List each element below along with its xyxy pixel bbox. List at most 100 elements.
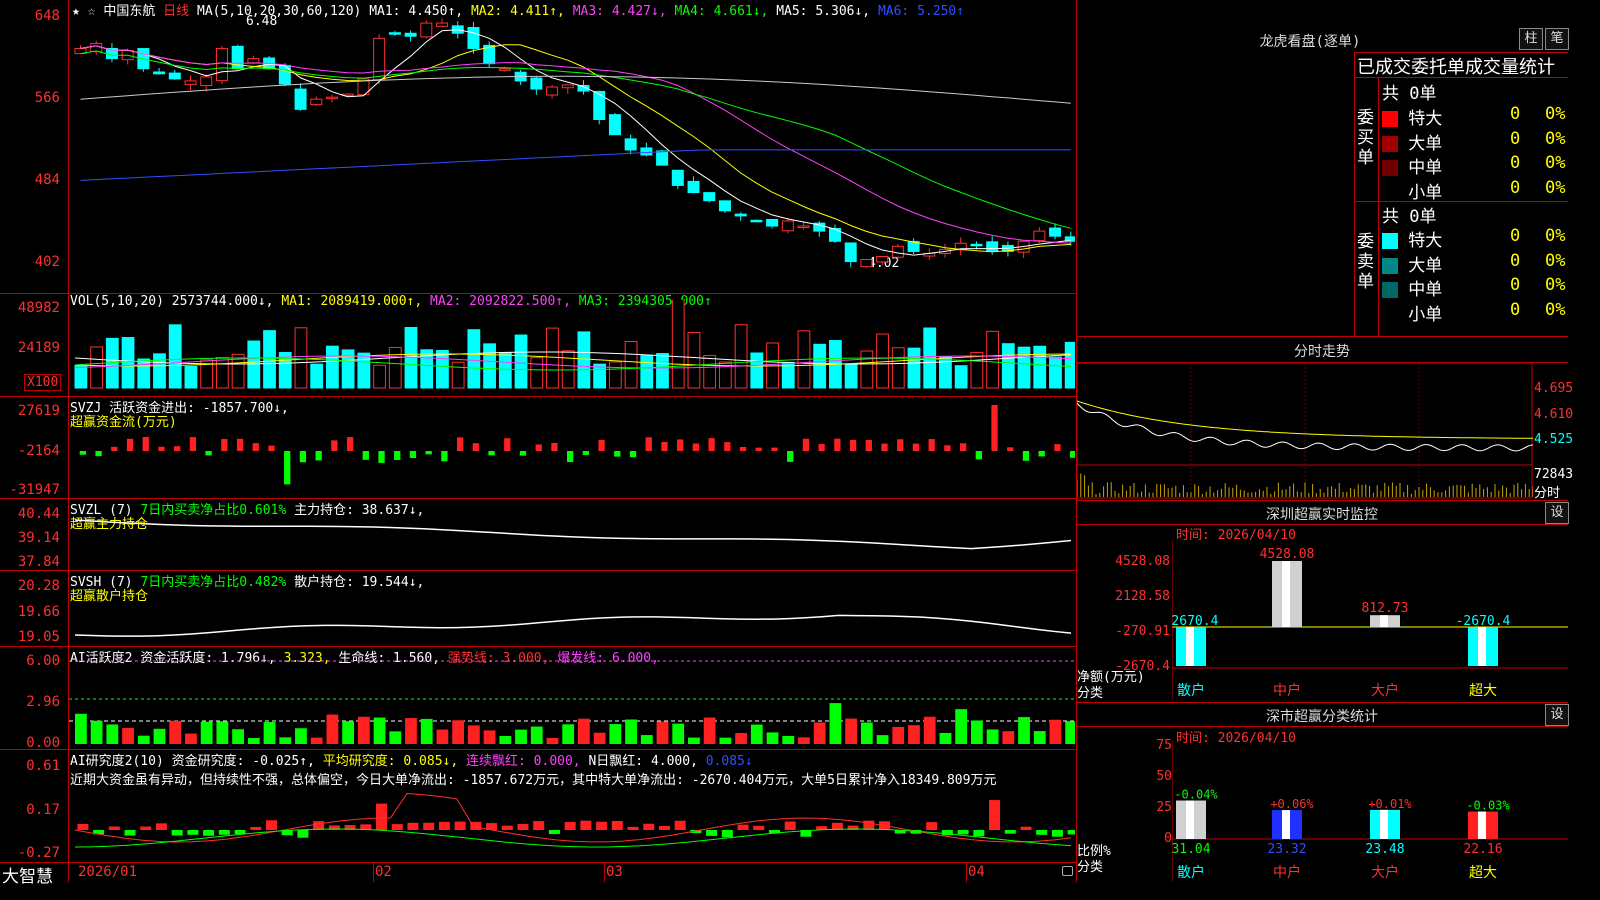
lock-icon[interactable] [1062,866,1073,876]
monitor-settings-button[interactable]: 设 [1545,502,1569,524]
category-label: 超大 [1469,865,1497,881]
order-count: 0 [1510,128,1521,149]
activity-bar [169,720,182,744]
retail-holding-chart[interactable] [69,585,1075,645]
fund-flow-bar [1038,451,1045,457]
bar-mode-button[interactable]: 柱 [1519,28,1543,50]
volume-bar [247,340,261,389]
lhb-label-col [1378,77,1379,336]
candle-body [561,84,574,89]
volume-bar [388,346,402,389]
fund-flow-bar [818,444,825,451]
order-count: 0 [1510,299,1521,320]
classify-settings-button[interactable]: 设 [1545,704,1569,726]
activity-bar [892,726,905,744]
fund-flow-bar [236,438,244,451]
research-bar [438,821,450,830]
activity-bar [499,735,512,744]
vol-axis-label-0: 48982 [17,300,60,316]
fenshi-price-0: 4.695 [1534,381,1574,396]
activity-bar [640,735,653,744]
fund-flow-bar [566,451,574,462]
monitor-sub-line [1076,524,1568,525]
activity-bar [1065,721,1075,744]
x-tick-feb [373,862,374,882]
ratio-value-label: 23.48 [1365,842,1404,857]
fund-flow-bar [881,443,888,451]
ratio-value-label: 23.32 [1267,842,1306,857]
category-label: 散户 [1177,864,1205,881]
ai-research-chart[interactable] [69,768,1075,861]
candle-body [844,242,857,263]
fund-flow-bar [488,451,495,456]
favorite-star-icon[interactable]: ★ ☆ [72,4,95,19]
ai-activity-chart[interactable] [69,655,1075,748]
fund-flow-bar [409,451,417,459]
monitor-y-1: 2128.58 [1115,589,1170,604]
buy-orders-label: 委买单 [1357,108,1374,168]
volume-bar [624,341,638,389]
fund-flow-bar [645,437,652,451]
ratio-bar-chart[interactable]: -0.04% 31.04 散户 +0.06% 23.32 中户 +0.01% 23.48 大户 -… [1172,740,1568,882]
research-bar [250,826,262,830]
fund-flow-bar [299,451,307,463]
brand-logo[interactable]: 大智慧 [2,862,53,887]
ma2-value: MA2: 4.411↑, [470,4,565,19]
candle-body [718,200,731,212]
ma6-value: MA6: 5.250↑ [877,4,965,19]
activity-bar [153,728,166,744]
ai2-axis-label-1: 0.17 [26,802,60,818]
classify-y-2: 25 [1156,800,1172,815]
fund-flow-bar [425,451,432,455]
activity-bar [137,735,150,744]
bar-highlight [1186,627,1194,666]
x-label-jan: 2026/01 [78,864,138,880]
order-size-label: 小单 [1408,182,1443,203]
volume-chart[interactable] [69,300,1075,396]
volume-bar [907,347,921,389]
change-label: -0.04% [1174,788,1218,802]
candle-body [388,32,401,35]
x-label-mar: 03 [606,864,623,880]
activity-bar [106,724,119,744]
research-bar [533,821,545,830]
fund-flow-bar [991,405,998,451]
activity-bar [562,724,575,744]
buy-row: 特大 [1382,104,1442,129]
period-label[interactable]: 日线 [163,4,189,19]
fund-flow-bar [158,446,165,451]
ma5-line [80,75,1071,104]
candle-body [200,76,213,87]
intraday-chart[interactable] [1077,363,1533,499]
fund-flow-bar [755,447,762,451]
tick-mode-button[interactable]: 笔 [1545,28,1569,50]
stock-name: 中国东航 [103,4,156,19]
research-bar [1020,826,1032,830]
volume-bar [168,324,182,389]
fund-flow-bar [378,451,385,463]
candlestick-chart[interactable] [69,18,1075,292]
net-amount-bar-chart[interactable]: -2670.4 散户 4528.08 中户 812.73 大户 -2670.4 超大 [1172,540,1568,700]
candle-body [215,47,228,82]
activity-bar [860,722,873,744]
fund-flow-bar [1007,447,1014,451]
svsh-axis-label-2: 19.05 [17,629,60,645]
legend-swatch [1382,135,1398,152]
candle-body [860,259,873,268]
legend-swatch [1382,282,1398,298]
candle-body [467,27,480,49]
volume-bar [74,365,88,389]
ai2-research: 资金研究度: -0.025↑, [171,754,315,769]
fund-flow-chart[interactable] [69,405,1075,497]
activity-bar [876,735,889,744]
research-bar [140,826,152,830]
activity-bar [420,718,433,744]
candle-body [624,138,637,151]
classify-y-0: 75 [1156,738,1172,753]
volume-bar [844,363,858,389]
classify-sub-line [1076,726,1568,727]
candle-body [310,98,323,106]
activity-bar [467,725,480,744]
activity-bar [263,722,276,744]
main-force-holding-chart[interactable] [69,512,1075,568]
